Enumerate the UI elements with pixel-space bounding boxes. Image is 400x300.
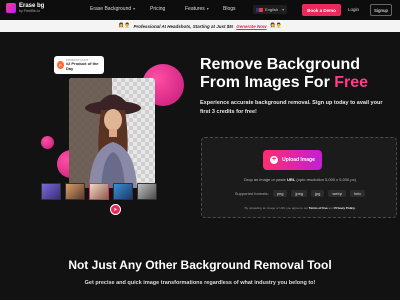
headshot-emoji-right: 👩‍💼👨‍💼	[269, 23, 283, 29]
sample-thumbnail[interactable]	[113, 183, 133, 200]
supported-formats: Supported formats: png jpeg jpg webp hei…	[202, 190, 398, 197]
chevron-down-icon: ▾	[133, 6, 136, 11]
logo-mark-icon	[6, 3, 16, 14]
sample-thumbnail[interactable]	[65, 183, 85, 200]
nav-item-blogs[interactable]: Blogs	[223, 6, 236, 12]
title-accent: Free	[334, 74, 369, 91]
terms-notice: By uploading an image or URL you agree t…	[244, 206, 356, 210]
promo-text: Professional AI Headshots, Starting at J…	[133, 23, 234, 29]
sample-thumbnail[interactable]	[41, 183, 61, 200]
nav-item-pricing[interactable]: Pricing	[150, 6, 165, 12]
pointer-cursor-icon: ➤	[110, 204, 121, 215]
decorative-blob	[41, 136, 54, 149]
language-selector[interactable]: English ▾	[253, 5, 288, 14]
format-badge: heic	[349, 190, 366, 197]
sample-thumbnails	[41, 183, 157, 200]
section-title: Not Just Any Other Background Removal To…	[68, 258, 332, 272]
sample-thumbnail[interactable]	[137, 183, 157, 200]
hero-description: Experience accurate background removal. …	[200, 100, 383, 115]
format-badge: jpeg	[291, 190, 308, 197]
product-hunt-badge[interactable]: P PRODUCT HUNT #2 Product of the Day	[54, 56, 104, 74]
drop-instructions: Drop an image or paste URL (upto resolut…	[244, 177, 356, 182]
login-link[interactable]: Login	[348, 7, 359, 12]
medal-icon: P	[57, 61, 64, 69]
upload-image-button[interactable]: + Upload Image	[263, 150, 322, 170]
nav-item-features[interactable]: Features ▾	[185, 6, 209, 12]
headshot-emoji-left: 👩‍💼👨‍💼	[117, 23, 131, 29]
generate-now-link[interactable]: Generate Now	[236, 24, 266, 29]
plus-icon: +	[270, 156, 279, 164]
uk-flag-icon	[256, 7, 263, 12]
chevron-down-icon: ▾	[206, 6, 209, 11]
nav-item-erase-background[interactable]: Erase Background ▾	[90, 6, 135, 12]
book-demo-button[interactable]: Book a Demo	[302, 4, 341, 16]
top-navbar: Erase bg by PixelBin.io Erase Background…	[0, 0, 400, 20]
format-badge: png	[272, 190, 288, 197]
section-subtitle: Get precise and quick image transformati…	[84, 280, 316, 286]
privacy-link[interactable]: Privacy Policy.	[334, 206, 355, 210]
chevron-down-icon: ▾	[282, 7, 285, 12]
language-label: English	[265, 7, 279, 12]
signup-button[interactable]: Signup	[370, 4, 392, 16]
format-badge: webp	[328, 190, 346, 197]
hero-title: Remove Background From Images For Free	[200, 56, 369, 91]
sample-photo	[69, 78, 155, 188]
promo-banner: 👩‍💼👨‍💼 Professional AI Headshots, Starti…	[0, 20, 400, 32]
terms-link[interactable]: Terms of Use	[309, 206, 328, 210]
award-title: #2 Product of the Day	[65, 61, 99, 71]
brand-logo[interactable]: Erase bg by PixelBin.io	[6, 3, 44, 14]
brand-sub: by PixelBin.io	[19, 9, 41, 13]
upload-dropzone[interactable]: + Upload Image Drop an image or paste UR…	[201, 137, 397, 218]
format-badge: jpg	[311, 190, 325, 197]
sample-thumbnail[interactable]	[89, 183, 109, 200]
